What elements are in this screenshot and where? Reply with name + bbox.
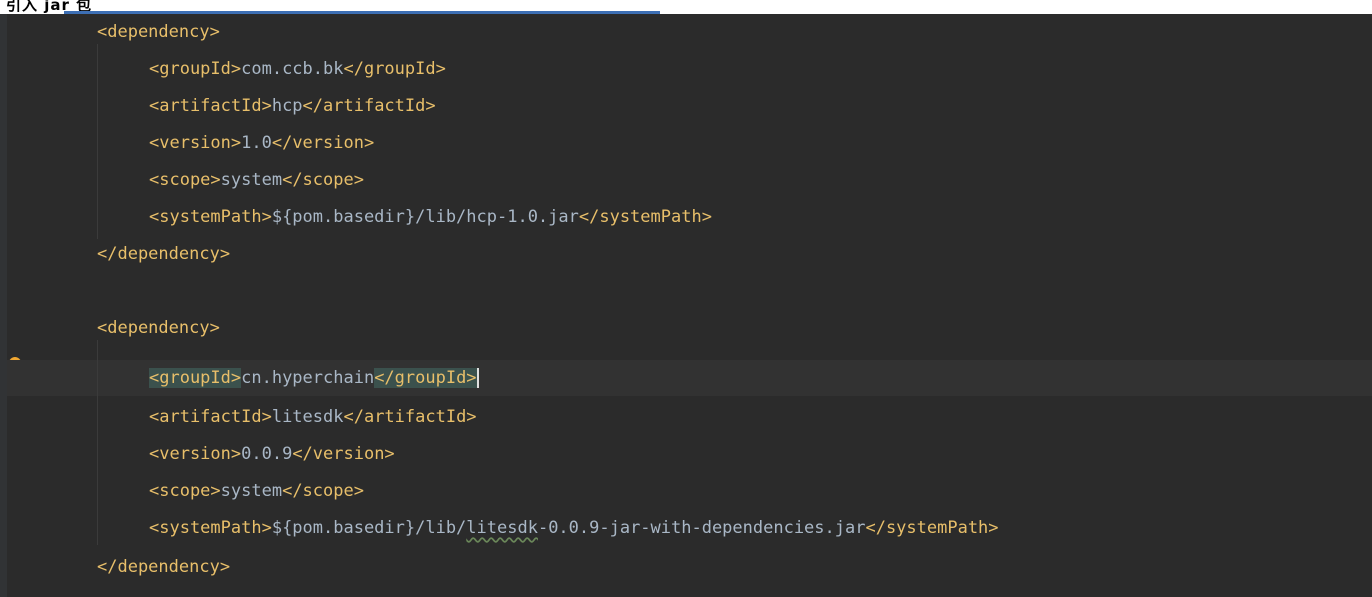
code-editor[interactable]: <dependency> <groupId>com.ccb.bk</groupI… [7,14,1372,597]
xml-tag-token: </systemPath> [865,518,999,538]
xml-tag-token: </version> [292,444,395,464]
xml-text-token: hcp [271,96,303,116]
xml-text-token: cn.hyperchain [241,368,375,388]
top-strip: 引入 jar 包 [0,0,1372,14]
code-line: <version>1.0</version> [149,125,1372,161]
xml-text-token: litesdk [271,407,344,427]
code-line: <scope>system</scope> [149,473,1372,509]
editor-gutter [0,14,7,597]
xml-tag-token: </dependency> [97,557,231,577]
xml-tag-token: <scope> [149,481,221,501]
xml-tag-token: <artifactId> [149,407,272,427]
xml-tag-token: <version> [149,133,242,153]
code-line: <scope>system</scope> [149,162,1372,198]
xml-tag-token: </dependency> [97,244,231,264]
code-line: <dependency> [97,14,1372,50]
xml-text-token: -0.0.9-jar-with-dependencies.jar [537,518,866,538]
xml-tag-token: <dependency> [97,22,220,42]
text-caret [476,368,479,388]
code-line: <artifactId>litesdk</artifactId> [149,399,1372,435]
xml-tag-token: </scope> [282,481,364,501]
xml-tag-token: </artifactId> [302,96,436,116]
xml-text-token: ${pom.basedir}/lib/ [271,518,467,538]
xml-text-token: litesdk [466,518,538,538]
indent-guide [97,44,98,239]
xml-tag-token: <scope> [149,170,221,190]
xml-tag-token: <groupId> [149,368,242,388]
xml-tag-token: </groupId> [374,368,477,388]
xml-tag-token: </artifactId> [343,407,477,427]
xml-text-token: ${pom.basedir}/lib/hcp-1.0.jar [271,207,579,227]
xml-tag-token: </systemPath> [578,207,712,227]
code-line: <version>0.0.9</version> [149,436,1372,472]
code-line: </dependency> [97,236,1372,272]
xml-text-token: 0.0.9 [241,444,293,464]
xml-tag-token: <systemPath> [149,518,272,538]
xml-text-token: system [220,481,283,501]
code-line: <groupId>com.ccb.bk</groupId> [149,51,1372,87]
xml-tag-token: </groupId> [343,59,446,79]
xml-tag-token: <systemPath> [149,207,272,227]
xml-text-token: 1.0 [241,133,272,153]
code-line: <artifactId>hcp</artifactId> [149,88,1372,124]
xml-tag-token: </version> [271,133,375,153]
xml-tag-token: <version> [149,444,242,464]
xml-tag-token: </scope> [282,170,364,190]
xml-text-token: com.ccb.bk [241,59,344,79]
code-line: </dependency> [97,549,1372,585]
code-line: <systemPath>${pom.basedir}/lib/hcp-1.0.j… [149,199,1372,235]
indent-guide [97,340,98,545]
code-line: <systemPath>${pom.basedir}/lib/litesdk-0… [149,510,1372,546]
xml-tag-token: <artifactId> [149,96,272,116]
code-line: <dependency> [97,310,1372,346]
code-line-current: <groupId>cn.hyperchain</groupId> [7,360,1372,396]
xml-text-token: system [220,170,283,190]
xml-tag-token: <groupId> [149,59,242,79]
xml-tag-token: <dependency> [97,318,220,338]
